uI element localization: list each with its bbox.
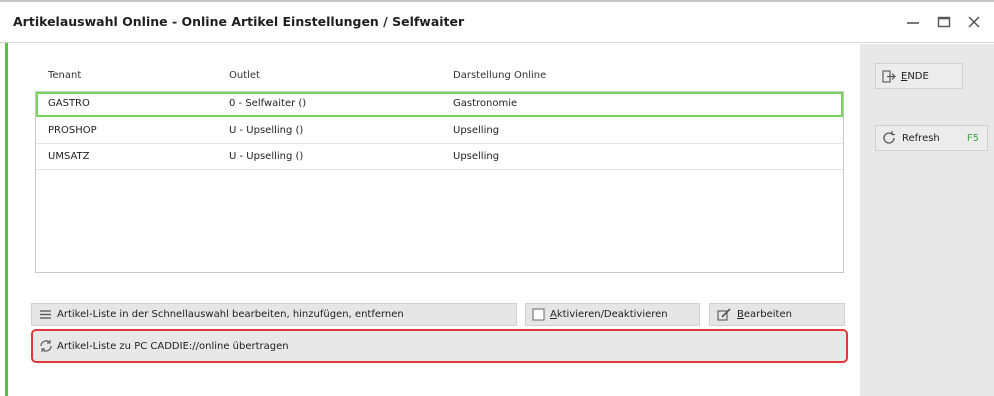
cell-tenant: GASTRO <box>48 98 90 109</box>
window-title: Artikelauswahl Online - Online Artikel E… <box>13 14 465 29</box>
activate-deactivate-button[interactable]: Aktivieren/Deaktivieren <box>525 303 700 326</box>
refresh-button[interactable]: Refresh F5 <box>875 125 988 151</box>
minimize-icon <box>907 22 919 24</box>
checkbox-icon <box>532 308 545 321</box>
ende-button[interactable]: ENDE <box>875 63 963 89</box>
cell-display-online: Upselling <box>453 125 500 136</box>
refresh-label: Refresh <box>902 132 940 144</box>
app-window: Artikelauswahl Online - Online Artikel E… <box>0 0 994 396</box>
column-header-outlet[interactable]: Outlet <box>229 70 260 81</box>
refresh-hotkey: F5 <box>966 133 979 144</box>
close-icon <box>968 16 980 28</box>
transfer-article-list-label: Artikel-Liste zu PC CADDIE://online über… <box>57 340 289 352</box>
refresh-icon <box>881 130 897 146</box>
cell-outlet: U - Upselling () <box>229 151 304 162</box>
column-header-tenant[interactable]: Tenant <box>48 70 81 81</box>
ende-label: ENDE <box>901 70 929 82</box>
edit-label: Bearbeiten <box>737 309 792 320</box>
cell-tenant: UMSATZ <box>48 151 90 162</box>
cell-outlet: U - Upselling () <box>229 125 304 136</box>
list-icon <box>39 309 52 320</box>
edit-article-list-button[interactable]: Artikel-Liste in der Schnellauswahl bear… <box>31 303 517 326</box>
maximize-icon <box>937 16 951 28</box>
title-accent <box>0 0 994 2</box>
table-row[interactable]: PROSHOP U - Upselling () Upselling <box>36 119 843 144</box>
activate-deactivate-label: Aktivieren/Deaktivieren <box>550 309 668 320</box>
exit-icon <box>882 69 896 83</box>
edit-article-list-label: Artikel-Liste in der Schnellauswahl bear… <box>57 309 404 320</box>
cell-display-online: Gastronomie <box>453 98 518 109</box>
table-row[interactable]: UMSATZ U - Upselling () Upselling <box>36 145 843 170</box>
cell-tenant: PROSHOP <box>48 125 97 136</box>
edit-button[interactable]: Bearbeiten <box>709 303 845 326</box>
table-row[interactable]: GASTRO 0 - Selfwaiter () Gastronomie <box>36 92 843 117</box>
edit-pencil-icon <box>717 307 732 322</box>
cell-outlet: 0 - Selfwaiter () <box>229 98 307 109</box>
article-table: GASTRO 0 - Selfwaiter () Gastronomie PRO… <box>35 91 844 273</box>
minimize-button[interactable] <box>900 10 926 34</box>
maximize-button[interactable] <box>931 10 957 34</box>
transfer-article-list-button[interactable]: Artikel-Liste zu PC CADDIE://online über… <box>31 329 848 363</box>
close-button[interactable] <box>961 10 987 34</box>
title-bar[interactable]: Artikelauswahl Online - Online Artikel E… <box>0 0 994 43</box>
column-header-display-online[interactable]: Darstellung Online <box>453 70 546 81</box>
sync-icon <box>38 338 54 354</box>
cell-display-online: Upselling <box>453 151 500 162</box>
sidebar <box>860 44 994 396</box>
